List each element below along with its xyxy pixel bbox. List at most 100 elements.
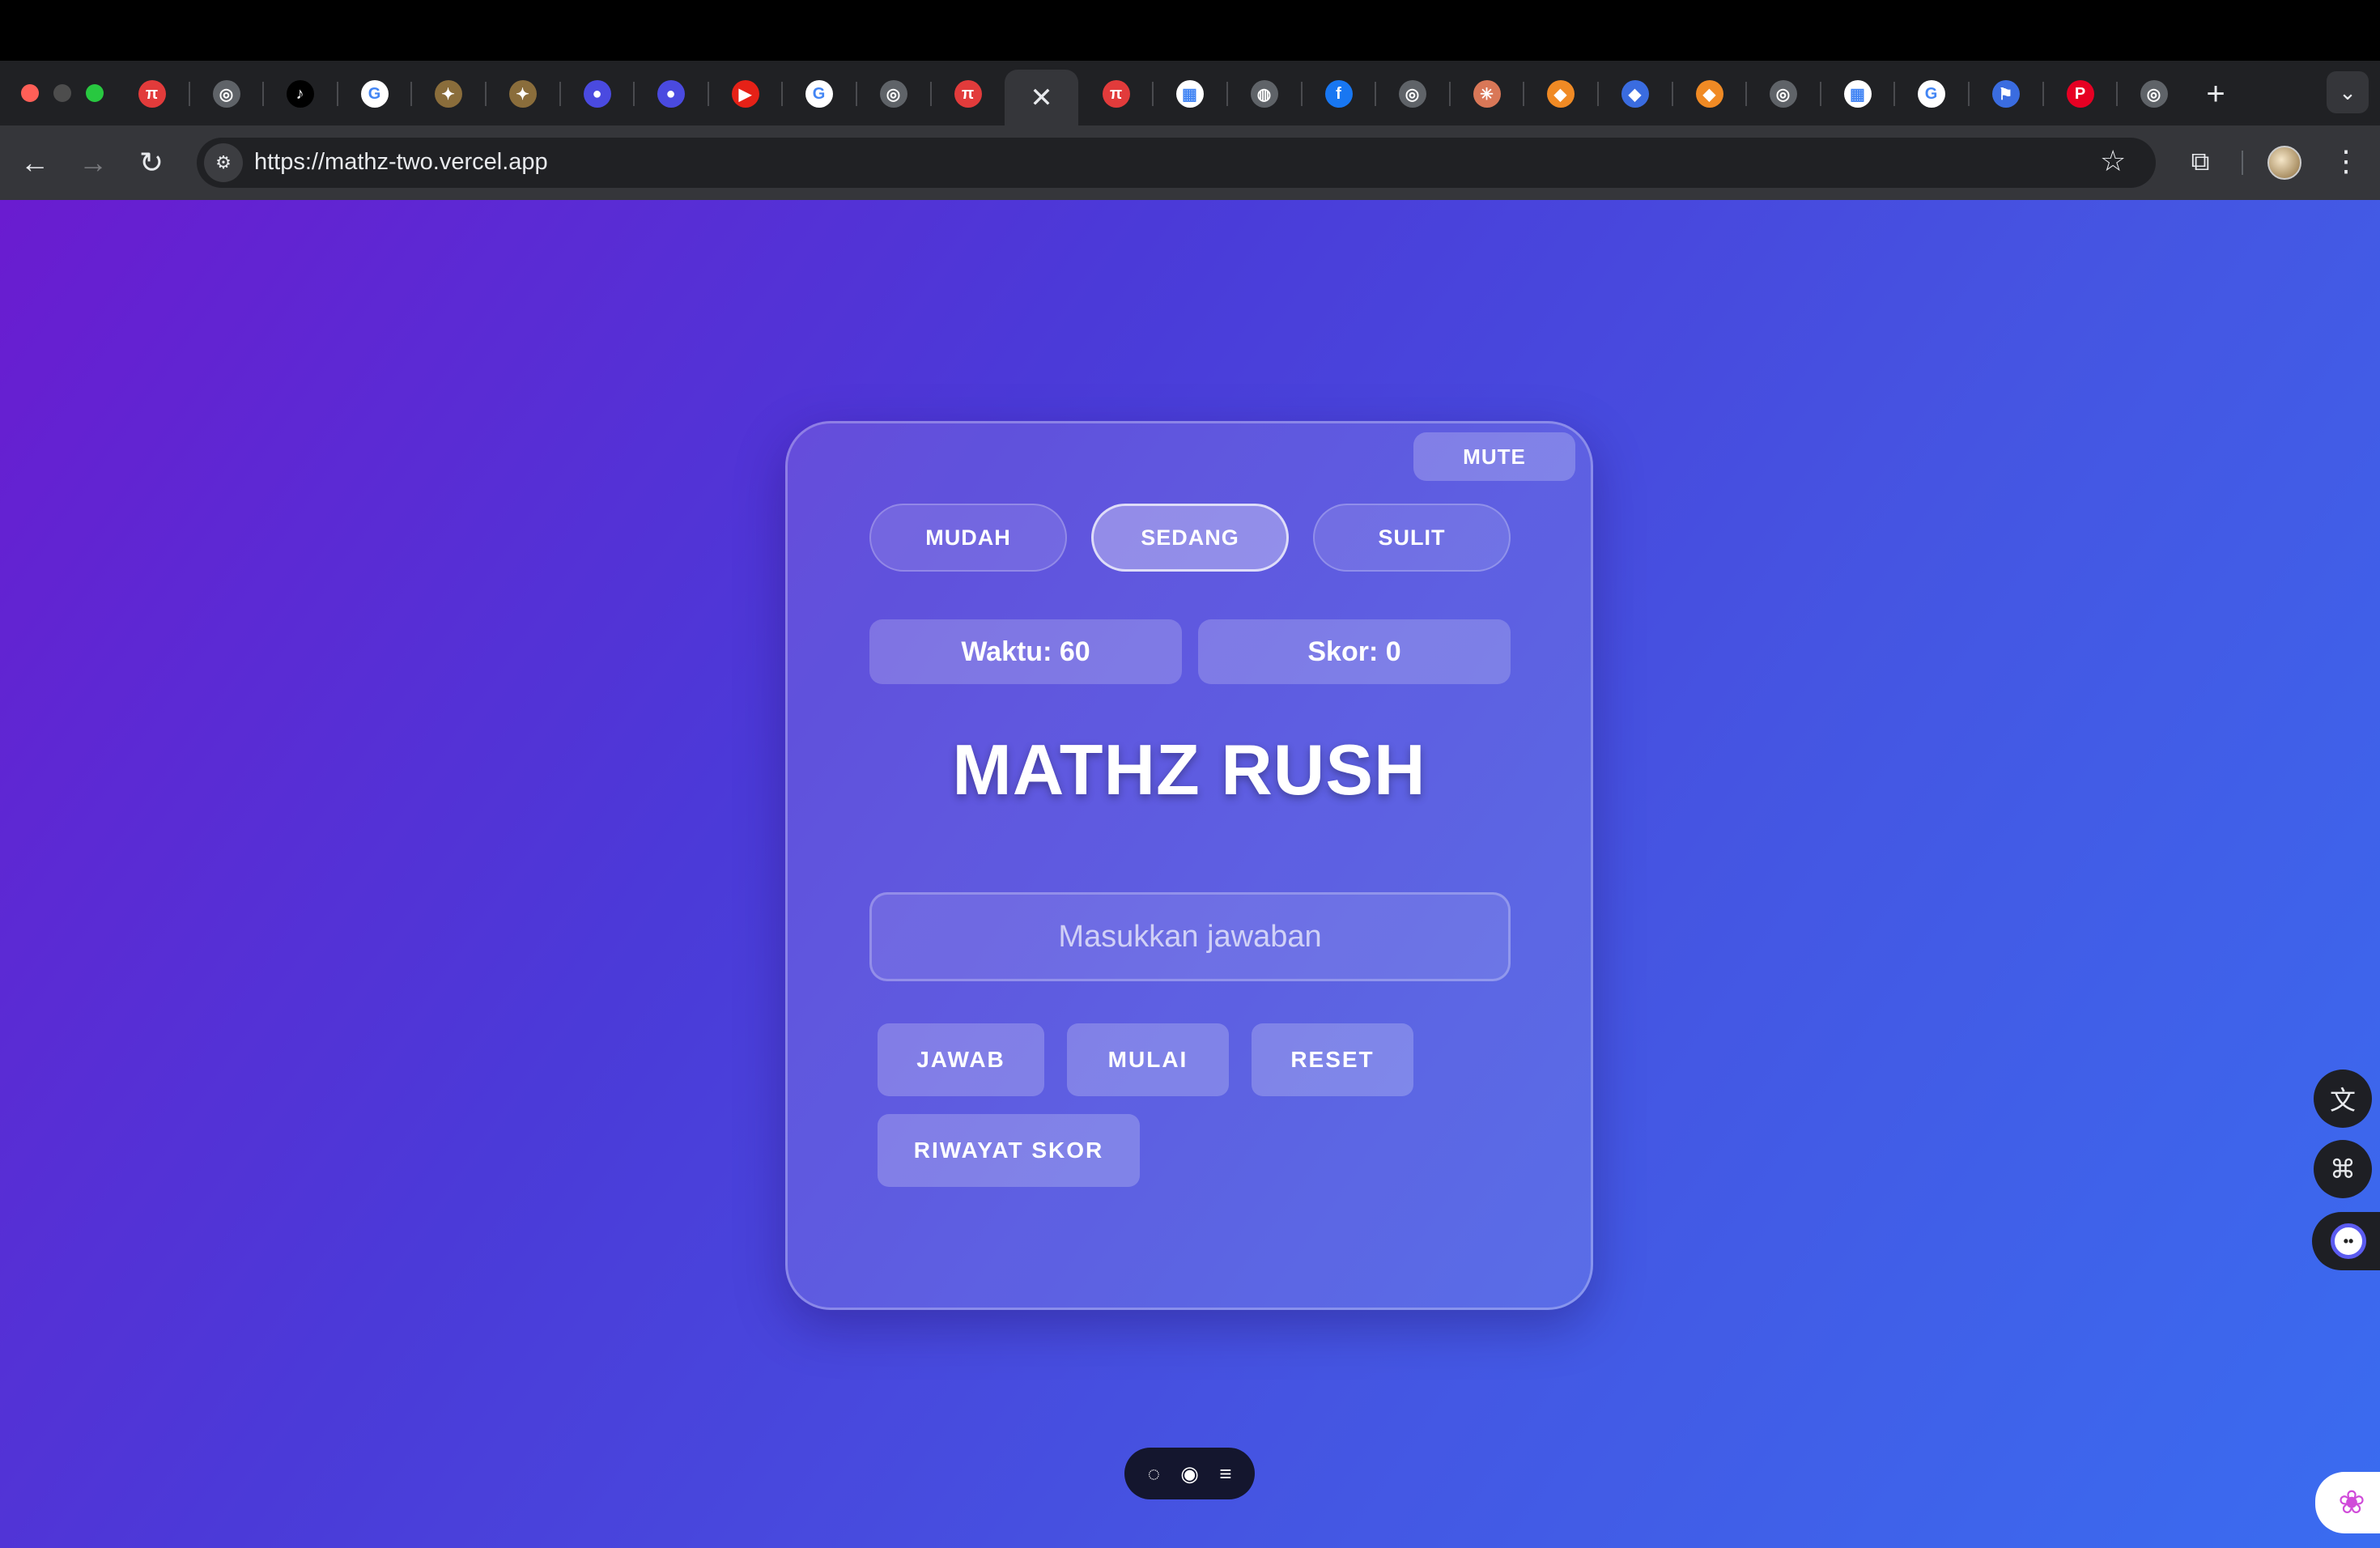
google-icon: G: [360, 80, 389, 108]
pixel-cat-icon: ✦: [508, 80, 537, 108]
extensions-icon[interactable]: ⧉: [2182, 144, 2218, 180]
browser-tab[interactable]: π: [1079, 70, 1153, 118]
tab-separator: [1968, 82, 1970, 106]
pi-app-icon: π: [138, 80, 166, 108]
browser-tab[interactable]: f: [1302, 70, 1375, 118]
browser-tab[interactable]: ◆: [1598, 70, 1672, 118]
tab-separator: [1375, 82, 1376, 106]
flag-icon: ⚑: [1991, 80, 2020, 108]
close-icon[interactable]: ✕: [1030, 82, 1053, 114]
browser-tab[interactable]: ⚑: [1969, 70, 2042, 118]
pinterest-icon: P: [2066, 80, 2094, 108]
tab-separator: [930, 82, 932, 106]
score-history-button[interactable]: RIWAYAT SKOR: [878, 1114, 1140, 1187]
browser-tab[interactable]: ◍: [1227, 70, 1301, 118]
start-button[interactable]: MULAI: [1067, 1023, 1229, 1096]
browser-tab[interactable]: ◎: [1746, 70, 1820, 118]
browser-tab[interactable]: ◎: [1375, 70, 1449, 118]
active-tab[interactable]: ✕: [1005, 70, 1078, 125]
browser-tab[interactable]: G: [782, 70, 856, 118]
answer-button[interactable]: JAWAB: [878, 1023, 1044, 1096]
difficulty-hard-button[interactable]: SULIT: [1313, 504, 1511, 572]
minimize-window-button[interactable]: [53, 84, 71, 102]
profile-avatar[interactable]: [2267, 146, 2301, 180]
tab-separator: [1226, 82, 1228, 106]
window-titlebar: [0, 0, 2380, 61]
tab-separator: [781, 82, 783, 106]
tab-separator: [856, 82, 857, 106]
site-info-icon[interactable]: ⚙: [204, 143, 243, 182]
browser-tab[interactable]: ◆: [1524, 70, 1597, 118]
mute-button[interactable]: MUTE: [1413, 432, 1575, 481]
tab-separator: [1449, 82, 1451, 106]
close-window-button[interactable]: [21, 84, 39, 102]
orange-shape-icon: ◆: [1695, 80, 1723, 108]
back-button[interactable]: ←: [16, 144, 53, 181]
browser-tab[interactable]: ▦: [1821, 70, 1894, 118]
tab-separator: [410, 82, 412, 106]
tab-separator: [708, 82, 709, 106]
new-tab-button[interactable]: +: [2198, 76, 2233, 112]
browser-tab[interactable]: ▶: [708, 70, 782, 118]
tab-separator: [262, 82, 264, 106]
forward-button[interactable]: →: [74, 144, 112, 181]
tab-separator: [337, 82, 338, 106]
command-icon[interactable]: ⌘: [2314, 1140, 2372, 1198]
maximize-window-button[interactable]: [86, 84, 104, 102]
brain-icon[interactable]: ❀: [2315, 1472, 2380, 1533]
tab-separator: [1523, 82, 1524, 106]
browser-tab[interactable]: π: [931, 70, 1005, 118]
tab-separator: [1597, 82, 1599, 106]
eye-icon[interactable]: ◉: [1180, 1461, 1199, 1486]
bookmark-star-icon[interactable]: ☆: [2100, 144, 2126, 178]
browser-tab[interactable]: ◎: [856, 70, 930, 118]
chatgpt-icon: ◎: [212, 80, 240, 108]
floating-toolbar: ◌ ◉ ≡: [1124, 1448, 1255, 1499]
youtube-icon: ▶: [731, 80, 759, 108]
translate-icon[interactable]: 文: [2314, 1070, 2372, 1128]
url-text[interactable]: https://mathz-two.vercel.app: [254, 149, 548, 176]
mascot-icon: ●: [657, 80, 685, 108]
tab-separator: [2042, 82, 2044, 106]
answer-input[interactable]: [869, 892, 1511, 981]
difficulty-medium-button[interactable]: SEDANG: [1091, 504, 1289, 572]
google-icon: G: [805, 80, 833, 108]
list-icon[interactable]: ≡: [1219, 1461, 1231, 1486]
reload-button[interactable]: ↻: [133, 144, 170, 181]
timer-display: Waktu: 60: [869, 619, 1182, 684]
browser-tab[interactable]: ✳: [1450, 70, 1524, 118]
pixel-cat-icon: ✦: [434, 80, 462, 108]
browser-tab[interactable]: ●: [560, 70, 634, 118]
reset-button[interactable]: RESET: [1252, 1023, 1413, 1096]
blue-shape-icon: ◆: [1621, 80, 1649, 108]
browser-tab[interactable]: ✦: [486, 70, 559, 118]
qr-icon: ▦: [1175, 80, 1204, 108]
browser-tab[interactable]: ◎: [189, 70, 263, 118]
browser-tab[interactable]: G: [338, 70, 411, 118]
browser-tab[interactable]: ♪: [263, 70, 337, 118]
browser-menu-icon[interactable]: ⋮: [2331, 144, 2361, 178]
tab-separator: [633, 82, 635, 106]
score-display: Skor: 0: [1198, 619, 1511, 684]
pi-app-icon: π: [1102, 80, 1130, 108]
globe-icon: ◍: [1250, 80, 1278, 108]
toolbar-divider: [2242, 151, 2243, 175]
browser-tab[interactable]: ●: [634, 70, 708, 118]
tab-search-button[interactable]: ⌄: [2327, 71, 2369, 113]
browser-tab[interactable]: ✦: [411, 70, 485, 118]
mascot-icon: ••: [2331, 1223, 2366, 1259]
browser-tab[interactable]: π: [115, 70, 189, 118]
tab-separator: [1820, 82, 1821, 106]
browser-tab[interactable]: ▦: [1153, 70, 1226, 118]
browser-tab[interactable]: G: [1894, 70, 1968, 118]
assistant-widget-button[interactable]: ••: [2312, 1212, 2380, 1270]
difficulty-easy-button[interactable]: MUDAH: [869, 504, 1067, 572]
tab-separator: [559, 82, 561, 106]
browser-tab[interactable]: P: [2043, 70, 2117, 118]
browser-tab[interactable]: ◆: [1672, 70, 1746, 118]
tab-separator: [1301, 82, 1303, 106]
tab-separator: [1893, 82, 1895, 106]
comment-icon[interactable]: ◌: [1148, 1461, 1160, 1486]
chrome-icon: ◎: [879, 80, 907, 108]
browser-tab[interactable]: ◎: [2117, 70, 2191, 118]
